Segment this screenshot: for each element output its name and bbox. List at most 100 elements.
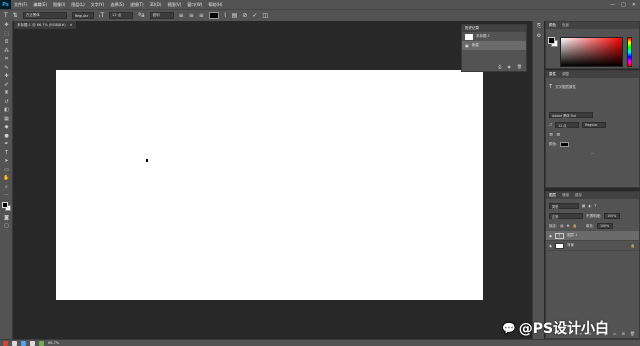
- blur-tool-icon[interactable]: ◆: [0, 123, 13, 132]
- text-color-swatch[interactable]: [208, 12, 219, 19]
- move-tool-icon[interactable]: ✥: [0, 21, 13, 30]
- menu-help[interactable]: 帮助(H): [205, 2, 225, 8]
- opacity-input[interactable]: 100%: [604, 213, 621, 219]
- tab-paths[interactable]: 路径: [575, 193, 582, 198]
- dodge-tool-icon[interactable]: ●: [0, 132, 13, 141]
- fill-input[interactable]: 100%: [596, 223, 613, 229]
- properties-font-select[interactable]: Adobe 黑体 Std: [549, 112, 593, 118]
- document-tab[interactable]: 未标题-1 @ 66.7% (RGB/8#) ×: [14, 21, 76, 29]
- layer-row[interactable]: ◉ T 图层 1: [546, 231, 639, 241]
- taskbar-tray-icon[interactable]: [21, 340, 26, 346]
- antialias-select[interactable]: 锐利: [149, 12, 174, 19]
- zoom-tool-icon[interactable]: ⌕: [0, 183, 13, 192]
- menu-edit[interactable]: 编辑(E): [30, 2, 50, 8]
- align-left-icon[interactable]: ≡: [549, 132, 553, 138]
- visibility-eye-icon[interactable]: ◉: [549, 244, 552, 248]
- lasso-tool-icon[interactable]: ᘓ: [0, 38, 13, 47]
- layer-row[interactable]: ◉ 背景 🔒: [546, 241, 639, 251]
- text-orientation-icon[interactable]: ⇅: [13, 12, 18, 19]
- properties-style-select[interactable]: Regular: [582, 122, 607, 128]
- taskbar-tray-icon[interactable]: [39, 340, 44, 346]
- tab-adjustments[interactable]: 调整: [562, 72, 569, 77]
- menu-file[interactable]: 文件(F): [11, 2, 30, 8]
- align-center-icon[interactable]: ≡: [189, 12, 194, 19]
- type-tool-preset-icon[interactable]: T: [4, 12, 8, 19]
- close-button[interactable]: ✕: [632, 2, 636, 8]
- delete-state-icon[interactable]: 🗑: [517, 64, 522, 69]
- gradient-tool-icon[interactable]: ▦: [0, 115, 13, 124]
- color-field[interactable]: [560, 37, 623, 67]
- blend-mode-select[interactable]: 正常: [549, 213, 583, 219]
- tab-color[interactable]: 颜色: [549, 23, 556, 28]
- filter-pixel-icon[interactable]: ▦: [582, 204, 585, 208]
- eraser-tool-icon[interactable]: ◧: [0, 106, 13, 115]
- character-panel-icon[interactable]: ▤: [232, 12, 238, 19]
- taskbar-tray-icon[interactable]: [30, 340, 35, 346]
- close-document-icon[interactable]: ×: [70, 23, 73, 27]
- minimize-button[interactable]: —: [610, 2, 615, 8]
- align-left-icon[interactable]: ≡: [179, 12, 184, 19]
- 3d-text-icon[interactable]: ◫: [262, 12, 268, 19]
- menu-type[interactable]: 文字(Y): [88, 2, 108, 8]
- menu-3d[interactable]: 3D(D): [147, 2, 165, 7]
- magic-wand-tool-icon[interactable]: ⁂: [0, 47, 13, 56]
- taskbar-tray-icon[interactable]: [12, 340, 17, 346]
- tab-swatches[interactable]: 色板: [562, 23, 569, 28]
- tab-channels[interactable]: 通道: [562, 193, 569, 198]
- menu-select[interactable]: 选择(S): [107, 2, 127, 8]
- input-method-icon[interactable]: [3, 340, 8, 346]
- maximize-button[interactable]: □: [621, 2, 626, 8]
- quick-mask-icon[interactable]: ◙: [0, 214, 13, 223]
- crop-tool-icon[interactable]: ⌗: [0, 55, 13, 64]
- document-canvas[interactable]: [56, 70, 483, 300]
- path-selection-tool-icon[interactable]: ➤: [0, 157, 13, 166]
- font-size-select[interactable]: 12 点: [109, 12, 134, 19]
- foreground-color-swatch[interactable]: [548, 37, 555, 44]
- commit-edit-icon[interactable]: ✓: [252, 12, 257, 19]
- warp-text-icon[interactable]: ⌇: [224, 12, 227, 19]
- marquee-tool-icon[interactable]: ⬚: [0, 30, 13, 39]
- menu-view[interactable]: 视图(V): [164, 2, 184, 8]
- layer-name[interactable]: 图层 1: [567, 233, 577, 238]
- new-group-icon[interactable]: ▭: [613, 331, 617, 336]
- history-brush-tool-icon[interactable]: ↺: [0, 98, 13, 107]
- healing-brush-tool-icon[interactable]: ✚: [0, 72, 13, 81]
- screen-mode-icon[interactable]: ▢: [0, 222, 13, 231]
- menu-window[interactable]: 窗口(W): [184, 2, 205, 8]
- properties-size-select[interactable]: 12 点: [555, 122, 580, 128]
- tab-layers[interactable]: 图层: [549, 193, 556, 198]
- hue-slider[interactable]: [627, 37, 632, 67]
- brush-tool-icon[interactable]: ✐: [0, 81, 13, 90]
- align-right-icon[interactable]: ≡: [199, 12, 204, 19]
- font-style-select[interactable]: Regular: [71, 12, 94, 19]
- lock-position-icon[interactable]: ✥: [567, 224, 570, 228]
- more-options-button[interactable]: ...: [591, 151, 594, 155]
- filter-type-icon[interactable]: T: [594, 204, 596, 208]
- align-center-icon[interactable]: ≡: [556, 132, 560, 138]
- properties-dock-icon[interactable]: ⚙: [533, 31, 545, 41]
- new-document-from-state-icon[interactable]: ⎙: [498, 64, 501, 69]
- lock-pixels-icon[interactable]: ▨: [560, 224, 563, 228]
- pen-tool-icon[interactable]: ✒: [0, 140, 13, 149]
- menu-layer[interactable]: 图层(L): [68, 2, 87, 8]
- tab-history[interactable]: 历史记录: [465, 26, 479, 31]
- layer-name[interactable]: 背景: [567, 243, 574, 248]
- cancel-edit-icon[interactable]: ⊘: [242, 12, 247, 19]
- history-item[interactable]: ▣ 新建: [462, 41, 526, 50]
- lock-all-icon[interactable]: 🔒: [572, 224, 576, 228]
- shape-tool-icon[interactable]: ▭: [0, 166, 13, 175]
- visibility-eye-icon[interactable]: ◉: [549, 234, 552, 238]
- menu-filter[interactable]: 滤镜(T): [127, 2, 147, 8]
- filter-adjustment-icon[interactable]: ◐: [588, 204, 591, 208]
- eyedropper-tool-icon[interactable]: ✎: [0, 64, 13, 73]
- zoom-level[interactable]: 66.7%: [48, 341, 59, 345]
- menu-image[interactable]: 图像(I): [50, 2, 68, 8]
- new-layer-icon[interactable]: ⊞: [622, 331, 625, 336]
- history-snapshot[interactable]: 未标题-1: [462, 32, 526, 41]
- delete-layer-icon[interactable]: 🗑: [630, 331, 635, 336]
- font-family-select[interactable]: 方正黑体: [22, 12, 67, 19]
- clone-stamp-tool-icon[interactable]: ♜: [0, 89, 13, 98]
- hand-tool-icon[interactable]: ✋: [0, 174, 13, 183]
- color-swatches[interactable]: [0, 200, 12, 214]
- history-dock-icon[interactable]: ⎘: [533, 21, 545, 31]
